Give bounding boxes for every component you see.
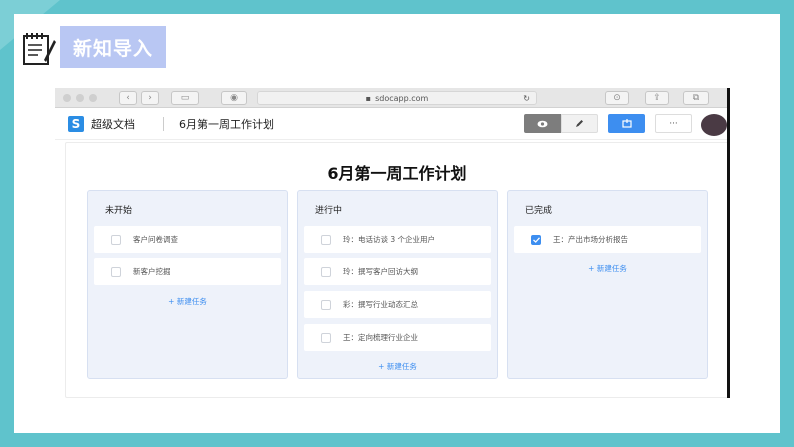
task-text: 新客户挖掘 [133, 267, 171, 276]
download-icon[interactable]: ⊙ [605, 91, 629, 105]
task-card[interactable]: 客户问卷调查 [94, 226, 281, 253]
app-name[interactable]: 超级文档 [91, 116, 135, 132]
checkbox-checked[interactable] [531, 234, 541, 245]
task-text: 客户问卷调查 [133, 235, 178, 244]
reload-icon[interactable]: ↻ [523, 94, 530, 103]
checkbox[interactable] [321, 266, 331, 277]
document-heading: 6月第一周工作计划 [327, 164, 467, 183]
browser-window: ‹ › ▭ ◉ ▪ sdocapp.com ↻ ⊙ ⇪ ⧉ S 超级文档 6月第… [55, 88, 729, 398]
column-title: 未开始 [105, 206, 133, 216]
window-minimize-dot[interactable] [76, 94, 84, 102]
share-icon[interactable] [608, 114, 645, 133]
kanban-column-in-progress: 进行中 玲：电话访谈 3 个企业用户 玲：撰写客户回访大纲 彩：撰写行业动态汇总… [297, 190, 498, 379]
task-card[interactable]: 新客户挖掘 [94, 258, 281, 285]
column-title: 进行中 [315, 206, 343, 216]
forward-button[interactable]: › [141, 91, 159, 105]
new-task-button[interactable]: + 新建任务 [88, 296, 287, 307]
new-task-button[interactable]: + 新建任务 [298, 361, 497, 372]
task-card[interactable]: 王：产出市场分析报告 [514, 226, 701, 253]
task-card[interactable]: 彩：撰写行业动态汇总 [304, 291, 491, 318]
task-text: 王：定向梳理行业企业 [343, 333, 418, 342]
kanban-column-done: 已完成 王：产出市场分析报告 + 新建任务 [507, 190, 708, 379]
pencil-icon[interactable] [561, 114, 598, 133]
kanban-column-not-started: 未开始 客户问卷调查 新客户挖掘 + 新建任务 [87, 190, 288, 379]
document-body: 6月第一周工作计划 未开始 客户问卷调查 新客户挖掘 + 新建任务 进行中 玲：… [65, 142, 729, 398]
checkbox[interactable] [321, 299, 331, 310]
task-card[interactable]: 王：定向梳理行业企业 [304, 324, 491, 351]
document-title[interactable]: 6月第一周工作计划 [179, 116, 274, 132]
eye-icon-glyph [537, 120, 548, 127]
back-button[interactable]: ‹ [119, 91, 137, 105]
notebook-pen-icon [23, 33, 56, 65]
window-maximize-dot[interactable] [89, 94, 97, 102]
app-logo[interactable]: S [68, 116, 84, 132]
app-toolbar: S 超级文档 6月第一周工作计划 ··· [55, 108, 729, 140]
task-text: 玲：撰写客户回访大纲 [343, 267, 418, 276]
sidebar-icon[interactable]: ▭ [171, 91, 199, 105]
task-text: 玲：电话访谈 3 个企业用户 [343, 235, 436, 244]
browser-chrome: ‹ › ▭ ◉ ▪ sdocapp.com ↻ ⊙ ⇪ ⧉ [55, 88, 729, 108]
shield-icon[interactable]: ◉ [221, 91, 247, 105]
url-text: sdocapp.com [375, 93, 429, 103]
window-close-dot[interactable] [63, 94, 71, 102]
pencil-icon-glyph [576, 120, 583, 127]
task-text: 彩：撰写行业动态汇总 [343, 300, 418, 309]
url-bar[interactable]: ▪ sdocapp.com ↻ [257, 91, 537, 105]
eye-icon[interactable] [524, 114, 561, 133]
column-title: 已完成 [525, 206, 553, 216]
tabs-icon[interactable]: ⧉ [683, 91, 709, 105]
checkbox[interactable] [321, 234, 331, 245]
task-card[interactable]: 玲：撰写客户回访大纲 [304, 258, 491, 285]
task-card[interactable]: 玲：电话访谈 3 个企业用户 [304, 226, 491, 253]
slide-title: 新知导入 [60, 26, 166, 68]
share-page-icon[interactable]: ⇪ [645, 91, 669, 105]
window-edge [727, 88, 730, 398]
checkbox[interactable] [321, 332, 331, 343]
new-task-button[interactable]: + 新建任务 [508, 263, 707, 274]
checkbox[interactable] [111, 266, 121, 277]
toolbar-divider [163, 117, 164, 131]
task-text: 王：产出市场分析报告 [553, 235, 628, 244]
checkbox[interactable] [111, 234, 121, 245]
share-icon-glyph [621, 119, 632, 128]
check-icon [532, 236, 540, 243]
more-icon[interactable]: ··· [655, 114, 692, 133]
lock-icon: ▪ [365, 93, 372, 103]
avatar[interactable] [701, 114, 727, 136]
